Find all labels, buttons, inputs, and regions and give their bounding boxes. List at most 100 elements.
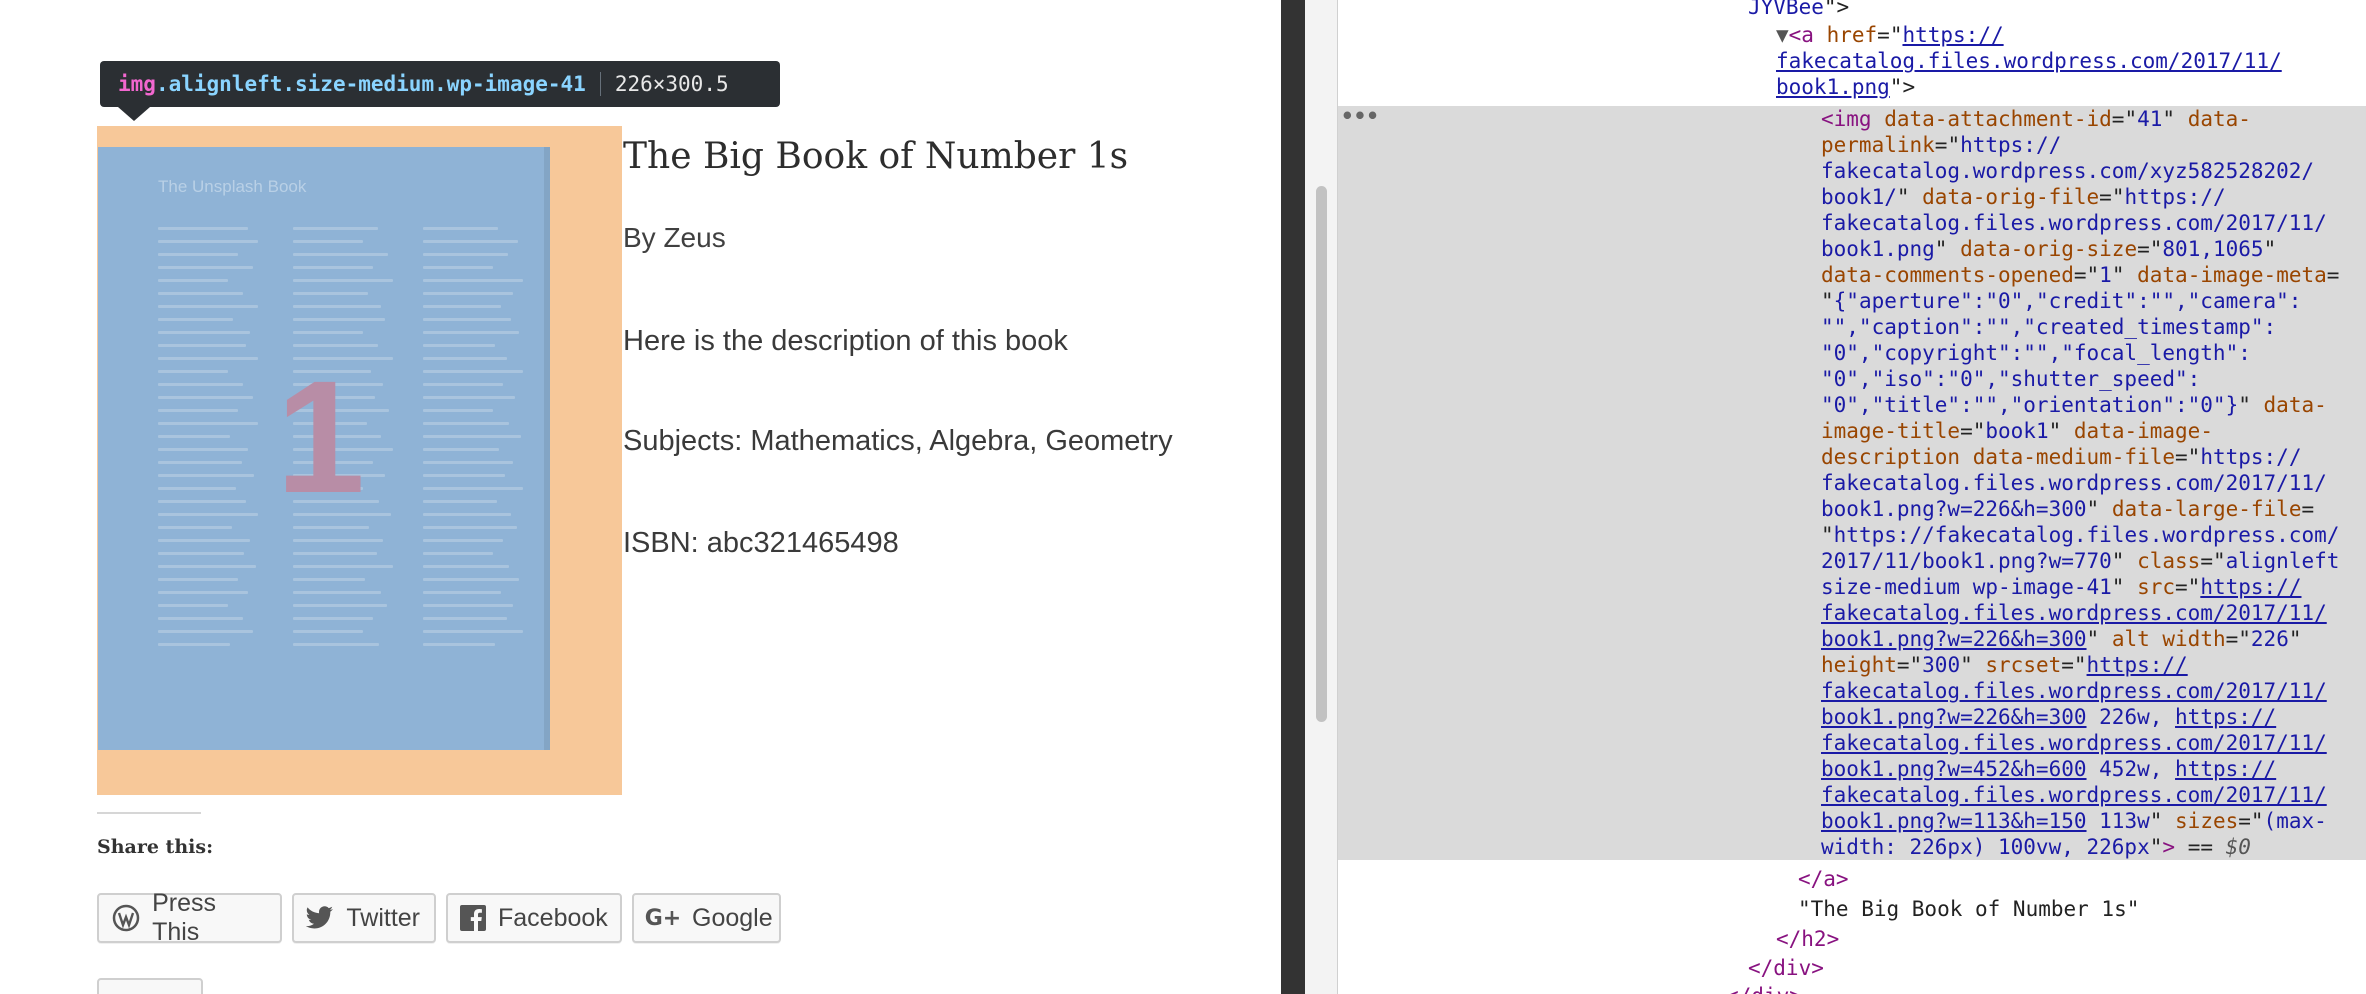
dom-tree-line[interactable]: fakecatalog.files.wordpress.com/2017/11/	[1821, 470, 2327, 496]
dom-tree-line[interactable]: book1/" data-orig-file="https://	[1821, 184, 2226, 210]
book-title: The Big Book of Number 1s	[623, 136, 1129, 177]
dom-token[interactable]: fakecatalog.files.wordpress.com/2017/11/	[1821, 679, 2327, 703]
tooltip-tag: img	[118, 72, 156, 96]
dom-token: "	[2288, 627, 2302, 651]
dom-tree-line[interactable]: fakecatalog.wordpress.com/xyz582528202/	[1821, 158, 2314, 184]
cover-text-column	[423, 227, 533, 656]
dom-token[interactable]: book1.png?w=226&h=300	[1821, 627, 2087, 651]
dom-tree-line[interactable]: data-comments-opened="1" data-image-meta…	[1821, 262, 2339, 288]
dom-tree-line[interactable]: book1.png" data-orig-size="801,1065"	[1821, 236, 2276, 262]
like-button[interactable]	[97, 978, 203, 994]
dom-tree-line[interactable]: "{"aperture":"0","credit":"","camera":	[1821, 288, 2301, 314]
dom-tree-line[interactable]: "0","title":"","orientation":"0"}" data-	[1821, 392, 2327, 418]
book-cover-image[interactable]: The Unsplash Book 1	[98, 147, 550, 750]
dom-token: "	[1821, 523, 1834, 547]
dom-tree-line[interactable]: "0","iso":"0","shutter_speed":	[1821, 366, 2200, 392]
dom-tree-line[interactable]: height="300" srcset="https://	[1821, 652, 2188, 678]
dom-token: (max-	[2263, 809, 2327, 833]
dom-tree-line[interactable]: permalink="https://	[1821, 132, 2061, 158]
dom-tree-line[interactable]: fakecatalog.files.wordpress.com/2017/11/	[1821, 210, 2327, 236]
more-options-icon[interactable]: •••	[1341, 104, 1379, 128]
dom-token: 300	[1922, 653, 1961, 677]
dom-tree-line[interactable]: fakecatalog.files.wordpress.com/2017/11/	[1821, 678, 2327, 704]
dom-tree-line[interactable]: size-medium wp-image-41" src="https://	[1821, 574, 2301, 600]
dom-tree-line[interactable]: </a>	[1798, 866, 1849, 892]
dom-tree-line[interactable]: fakecatalog.files.wordpress.com/2017/11/	[1821, 730, 2327, 756]
dom-tree-line[interactable]: JYVBee">	[1748, 0, 1849, 20]
pane-divider[interactable]	[1281, 0, 1305, 994]
dom-tree-line[interactable]: book1.png?w=226&h=300 226w, https://	[1821, 704, 2276, 730]
dom-token[interactable]: book1.png	[1776, 75, 1890, 99]
dom-tree-line[interactable]: description data-medium-file="https://	[1821, 444, 2301, 470]
dom-token: ">	[1823, 0, 1850, 19]
dom-token[interactable]: https://	[2200, 575, 2301, 599]
dom-token: href	[1826, 23, 1878, 47]
dom-tree-line[interactable]: ▼<a href="https://	[1776, 22, 2004, 48]
dom-tree-line[interactable]: book1.png">	[1776, 74, 1915, 100]
dom-tree-line[interactable]: "0","copyright":"","focal_length":	[1821, 340, 2251, 366]
dom-tree-line[interactable]: fakecatalog.files.wordpress.com/2017/11/	[1776, 48, 2282, 74]
dom-token[interactable]: fakecatalog.files.wordpress.com/2017/11/	[1821, 783, 2327, 807]
book-subjects: Subjects: Mathematics, Algebra, Geometry	[623, 425, 1173, 457]
dom-token: data-image-	[2073, 419, 2213, 443]
share-divider	[97, 812, 201, 814]
dom-token: https://	[2124, 185, 2226, 209]
dom-token: "	[1896, 185, 1923, 209]
dom-tree-line[interactable]: image-title="book1" data-image-	[1821, 418, 2213, 444]
dom-token[interactable]: https://	[1902, 23, 2003, 47]
dom-token: </div>	[1748, 956, 1824, 980]
dom-token[interactable]: https://	[2175, 757, 2276, 781]
google-share-button[interactable]: G+ Google	[632, 893, 781, 943]
dom-token[interactable]: book1.png?w=452&h=600	[1821, 757, 2087, 781]
dom-token[interactable]: fakecatalog.files.wordpress.com/2017/11/	[1776, 49, 2282, 73]
dom-token: 226	[2250, 627, 2289, 651]
press-this-button[interactable]: Press This	[97, 889, 282, 946]
dom-tree-line[interactable]: book1.png?w=226&h=300" data-large-file=	[1821, 496, 2314, 522]
dom-token: book1/	[1821, 185, 1897, 209]
dom-tree-line[interactable]: 2017/11/book1.png?w=770" class="alignlef…	[1821, 548, 2339, 574]
twitter-share-button[interactable]: Twitter	[292, 893, 436, 943]
dom-token[interactable]: fakecatalog.files.wordpress.com/2017/11/	[1821, 731, 2327, 755]
book-author: By Zeus	[623, 222, 726, 253]
dom-tree-line[interactable]: book1.png?w=452&h=600 452w, https://	[1821, 756, 2276, 782]
dom-tree-line[interactable]: <img data-attachment-id="41" data-	[1821, 106, 2251, 132]
dom-tree-line[interactable]: </div>	[1726, 983, 1802, 994]
devtools-elements-panel: ••• JYVBee"> ▼<a href="https://fakecatalo…	[1305, 0, 2366, 994]
dom-tree-line[interactable]: fakecatalog.files.wordpress.com/2017/11/	[1821, 782, 2327, 808]
dom-token: 801,1065	[2162, 237, 2264, 261]
tooltip-arrow	[118, 107, 150, 121]
dom-token: src	[2137, 575, 2176, 599]
dom-token[interactable]: https://	[2087, 653, 2188, 677]
dom-tree-line[interactable]: width: 226px) 100vw, 226px"> == $0	[1821, 834, 2251, 860]
dom-token[interactable]: book1.png?w=226&h=300	[1821, 705, 2087, 729]
dom-tree-line[interactable]: "https://fakecatalog.files.wordpress.com…	[1821, 522, 2339, 548]
dom-token: image-title	[1821, 419, 1961, 443]
devtools-scrollbar[interactable]	[1316, 186, 1327, 722]
dom-token: "0","title":"","orientation":"0"}	[1821, 393, 2239, 417]
dom-token: ="	[2238, 809, 2264, 833]
tooltip-classes: .alignleft.size-medium.wp-image-41	[155, 72, 586, 96]
wordpress-icon	[111, 903, 140, 933]
dom-token: srcset	[1985, 653, 2062, 677]
dom-tree-line[interactable]: </div>	[1748, 955, 1824, 981]
dom-tree-line[interactable]: "","caption":"","created_timestamp":	[1821, 314, 2276, 340]
dom-token: alignleft	[2225, 549, 2340, 573]
dom-tree-line[interactable]: fakecatalog.files.wordpress.com/2017/11/	[1821, 600, 2327, 626]
dom-token: =	[2326, 263, 2340, 287]
tooltip-dimensions: 226×300.5	[614, 72, 729, 96]
dom-tree-line[interactable]: "The Big Book of Number 1s"	[1798, 896, 2139, 922]
dom-token: ="	[2200, 549, 2226, 573]
dom-tree-line[interactable]: book1.png?w=226&h=300" alt width="226"	[1821, 626, 2302, 652]
dom-token: <img	[1821, 107, 1885, 131]
dom-token: ="	[2137, 237, 2163, 261]
dom-token: "	[2111, 575, 2138, 599]
dom-token[interactable]: fakecatalog.files.wordpress.com/2017/11/	[1821, 601, 2327, 625]
webpage-viewport: img .alignleft.size-medium.wp-image-41 22…	[0, 0, 1281, 994]
dom-token: "	[2149, 835, 2163, 859]
dom-token: "0","copyright":"","focal_length":	[1821, 341, 2251, 365]
facebook-share-button[interactable]: Facebook	[446, 893, 622, 943]
dom-tree-line[interactable]: book1.png?w=113&h=150 113w" sizes="(max-	[1821, 808, 2327, 834]
dom-tree-line[interactable]: </h2>	[1776, 926, 1839, 952]
dom-token[interactable]: https://	[2175, 705, 2276, 729]
dom-token[interactable]: book1.png?w=113&h=150	[1821, 809, 2087, 833]
